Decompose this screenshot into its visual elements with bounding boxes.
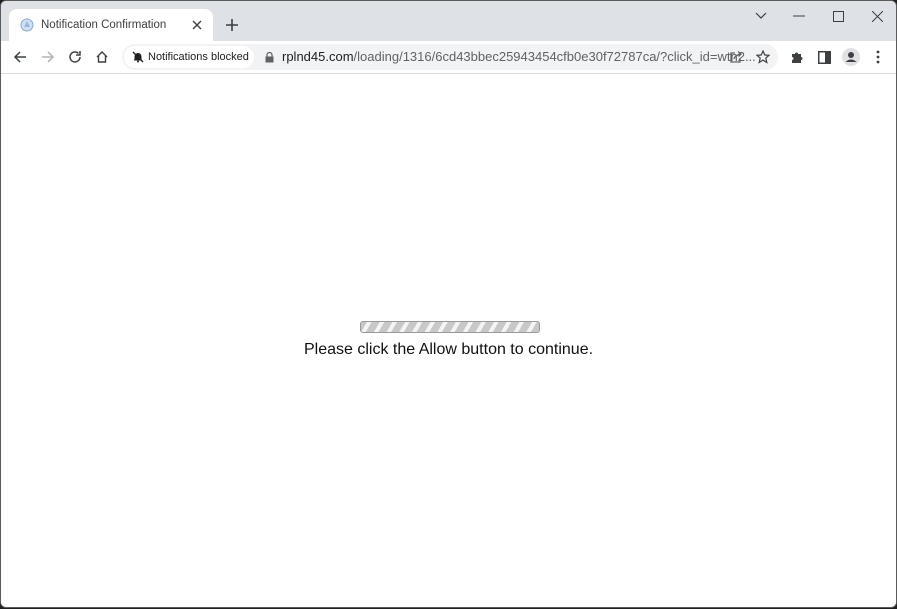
minimize-icon [793, 15, 805, 17]
address-bar[interactable]: Notifications blocked rplnd45.com/loadin… [122, 44, 778, 70]
profile-button[interactable] [839, 45, 863, 69]
notifications-blocked-chip[interactable]: Notifications blocked [124, 46, 254, 68]
tab-notification-confirmation[interactable]: Notification Confirmation [9, 9, 213, 41]
page-content: Please click the Allow button to continu… [1, 74, 896, 607]
new-tab-button[interactable] [221, 14, 243, 36]
star-icon [756, 50, 770, 64]
toolbar: Notifications blocked rplnd45.com/loadin… [1, 41, 896, 74]
lock-icon[interactable] [262, 50, 276, 64]
reload-button[interactable] [63, 45, 87, 69]
url-path: /loading/1316/6cd43bbec25943454cfb0e30f7… [353, 49, 756, 64]
side-panel-button[interactable] [812, 45, 836, 69]
maximize-icon [832, 10, 844, 22]
forward-button[interactable] [36, 45, 60, 69]
loading-progress-bar [360, 321, 540, 333]
tab-title: Notification Confirmation [41, 19, 167, 31]
home-icon [96, 51, 108, 63]
bell-off-icon [132, 51, 144, 63]
profile-icon [842, 48, 860, 66]
puzzle-icon [792, 52, 803, 63]
bookmark-button[interactable] [751, 45, 775, 69]
browser-window: Notification Confirmation Notifications … [0, 0, 897, 608]
url-host: rplnd45.com [282, 49, 354, 64]
share-icon [730, 51, 742, 63]
maximize-button[interactable] [819, 1, 857, 31]
arrow-right-icon [42, 51, 55, 63]
tab-search-button[interactable] [742, 1, 780, 31]
close-window-button[interactable] [858, 1, 896, 31]
minimize-button[interactable] [780, 1, 818, 31]
chip-label: Notifications blocked [148, 51, 249, 63]
url-text[interactable]: rplnd45.com/loading/1316/6cd43bbec259434… [282, 49, 756, 64]
favicon-icon [19, 17, 35, 33]
menu-button[interactable] [866, 45, 890, 69]
home-button[interactable] [90, 45, 114, 69]
instruction-message: Please click the Allow button to continu… [303, 341, 594, 358]
share-button[interactable] [724, 45, 748, 69]
close-icon [871, 10, 883, 22]
close-icon[interactable] [189, 17, 205, 33]
extensions-button[interactable] [785, 45, 809, 69]
reload-icon [69, 51, 81, 63]
arrow-left-icon [13, 51, 26, 63]
back-button[interactable] [8, 45, 32, 69]
chevron-down-icon [755, 12, 767, 19]
kebab-menu-icon [876, 50, 880, 64]
side-panel-icon [817, 50, 831, 64]
plus-icon [226, 19, 238, 31]
title-bar: Notification Confirmation [1, 1, 896, 41]
